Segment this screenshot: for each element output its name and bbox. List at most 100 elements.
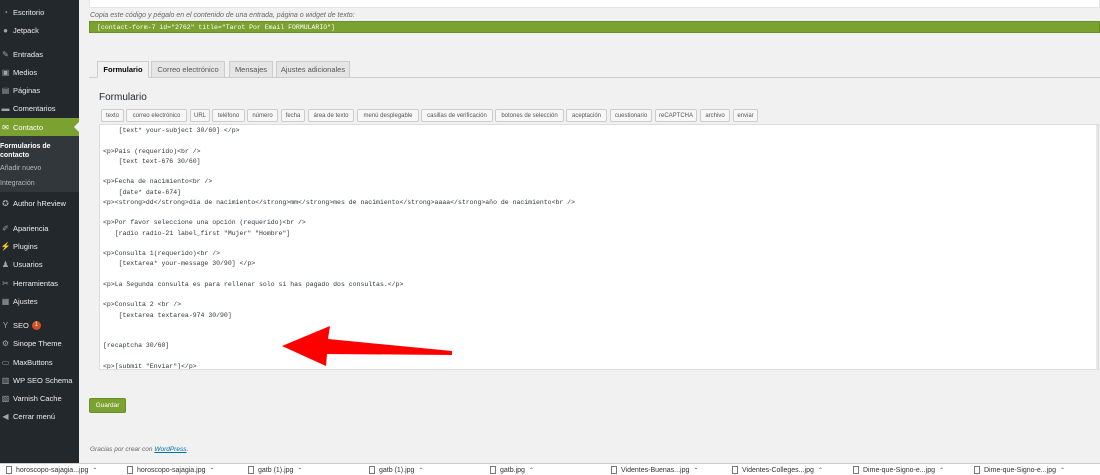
chevron-up-icon[interactable]: ⌃ xyxy=(297,467,302,474)
chevron-up-icon[interactable]: ⌃ xyxy=(92,467,97,474)
tag-button-recaptcha[interactable]: reCAPTCHA xyxy=(655,109,697,122)
sidebar-item-label: Entradas xyxy=(13,49,44,59)
download-item[interactable]: Dime-que-Signo-e...jpg ⌃ xyxy=(974,465,1091,475)
tag-button-area-texto[interactable]: área de texto xyxy=(308,109,354,122)
tag-button-botones-seleccion[interactable]: botones de selección xyxy=(495,109,564,122)
settings-icon: ▦ xyxy=(1,296,10,306)
download-item[interactable]: horoscopo-sajagia.jpg ⌃ xyxy=(127,465,244,475)
sidebar-item-herramientas[interactable]: ✂ Herramientas xyxy=(0,274,79,292)
footer-suffix: . xyxy=(186,446,189,453)
notification-badge: 1 xyxy=(31,320,41,330)
code-line: <p><strong>dd</strong>dia de nacimiento<… xyxy=(103,198,575,206)
submenu-item-1[interactable]: Formularios de contacto xyxy=(0,142,60,160)
tag-button-casillas[interactable]: casillas de verificación xyxy=(421,109,493,122)
sidebar-item-plugins[interactable]: ⚡ Plugins xyxy=(0,237,79,255)
tag-button-url[interactable]: URL xyxy=(190,109,210,122)
sidebar-item-medios[interactable]: ▣ Medios xyxy=(0,63,79,81)
sidebar-item-label: Plugins xyxy=(13,241,38,251)
file-icon xyxy=(248,466,254,474)
sidebar-item-páginas[interactable]: ▤ Páginas xyxy=(0,81,79,99)
sidebar-item-contacto[interactable]: ✉ Contacto xyxy=(0,118,79,136)
download-item[interactable]: gatb.jpg ⌃ xyxy=(490,465,607,475)
save-button[interactable]: Guardar xyxy=(89,398,126,413)
download-item[interactable]: gatb (1).jpg ⌃ xyxy=(248,465,365,475)
tag-button-numero[interactable]: número xyxy=(247,109,278,122)
sidebar-item-cerrar-menú[interactable]: ◀ Cerrar menú xyxy=(0,407,79,425)
sidebar-item-label: Varnish Cache xyxy=(13,393,62,403)
chevron-up-icon[interactable]: ⌃ xyxy=(818,467,823,474)
submenu-item-2[interactable]: Añadir nuevo xyxy=(0,164,75,173)
sidebar-item-sinope-theme[interactable]: ⚙ Sinope Theme xyxy=(0,334,79,352)
shortcode-field[interactable]: [contact-form-7 id="2762" title="Tarot P… xyxy=(89,21,1100,33)
tab-mensajes[interactable]: Mensajes xyxy=(229,61,273,78)
file-icon xyxy=(490,466,496,474)
paintbrush-icon: ✐ xyxy=(2,223,9,233)
tag-button-menu-desplegable[interactable]: menú desplegable xyxy=(357,109,419,122)
code-line: <p>Por favor seleccione una opción (requ… xyxy=(103,219,306,227)
chevron-up-icon[interactable]: ⌃ xyxy=(529,467,534,474)
tag-button-cuestionario[interactable]: cuestionario xyxy=(610,109,652,122)
chevron-up-icon[interactable]: ⌃ xyxy=(693,467,698,474)
download-item[interactable]: Dime-que-Signo-e...jpg ⌃ xyxy=(853,465,970,475)
jetpack-icon: ● xyxy=(3,25,8,35)
active-indicator xyxy=(74,122,79,132)
download-item[interactable]: gatb (1).jpg ⌃ xyxy=(369,465,486,475)
sidebar-item-varnish-cache[interactable]: ▧ Varnish Cache xyxy=(0,389,79,407)
mail-icon: ✉ xyxy=(2,122,9,132)
code-line: <p>La Segunda consulta es para rellenar … xyxy=(103,280,404,288)
sidebar-item-usuarios[interactable]: ♟ Usuarios xyxy=(0,255,79,273)
contacto-submenu: Formularios de contacto Añadir nuevo Integ… xyxy=(0,136,79,192)
tag-button-enviar[interactable]: enviar xyxy=(733,109,758,122)
sidebar-item-label: SEO xyxy=(13,320,29,330)
chevron-up-icon[interactable]: ⌃ xyxy=(939,467,944,474)
download-filename: Dime-que-Signo-e...jpg xyxy=(863,466,935,474)
chevron-up-icon[interactable]: ⌃ xyxy=(418,467,423,474)
file-icon xyxy=(853,466,859,474)
shortcode-description: Copia este código y pégalo en el conteni… xyxy=(90,12,355,19)
download-item[interactable]: horoscopo-sajagia...jpg ⌃ xyxy=(6,465,123,475)
sidebar-item-maxbuttons[interactable]: ▭ MaxButtons xyxy=(0,353,79,371)
sidebar-item-label: MaxButtons xyxy=(13,357,53,367)
footer-prefix: Gracias por crear con xyxy=(90,446,155,453)
form-template-textarea[interactable]: [text* your-subject 30/60] </p> <p>Pais (… xyxy=(99,124,1099,370)
tag-button-telefono[interactable]: teléfono xyxy=(212,109,245,122)
tag-button-correo[interactable]: correo electrónico xyxy=(126,109,187,122)
sidebar-item-comentarios[interactable]: ▬ Comentarios xyxy=(0,99,79,117)
scrollbar[interactable] xyxy=(1096,125,1098,369)
wordpress-link[interactable]: WordPress xyxy=(154,446,186,453)
download-item[interactable]: Videntes-Colleges...jpg ⌃ xyxy=(732,465,849,475)
yoast-icon: Y xyxy=(2,320,9,330)
download-filename: gatb (1).jpg xyxy=(258,466,294,474)
sidebar-item-author-hreview[interactable]: ✪ Author hReview xyxy=(0,194,79,212)
tab-formulario[interactable]: Formulario xyxy=(97,61,149,78)
sidebar-item-entradas[interactable]: ✎ Entradas xyxy=(0,45,79,63)
sidebar-item-wp-seo-schema[interactable]: ▥ WP SEO Schema xyxy=(0,371,79,389)
admin-sidebar: ◔ Escritorio ● Jetpack ✎ Entradas ▣ Medios ▤ Pági… xyxy=(0,0,79,463)
tag-button-texto[interactable]: texto xyxy=(101,109,124,122)
file-icon xyxy=(732,466,738,474)
tab-ajustes-adicionales[interactable]: Ajustes adicionales xyxy=(276,61,350,78)
tag-button-archivo[interactable]: archivo xyxy=(700,109,730,122)
sidebar-item-escritorio[interactable]: ◔ Escritorio xyxy=(0,3,79,21)
sidebar-item-label: Cerrar menú xyxy=(13,411,56,421)
download-filename: Dime-que-Signo-e...jpg xyxy=(984,466,1056,474)
file-icon xyxy=(974,466,980,474)
plugin-icon: ⚡ xyxy=(0,241,11,251)
media-icon: ▣ xyxy=(1,67,10,77)
sidebar-item-apariencia[interactable]: ✐ Apariencia xyxy=(0,219,79,237)
code-line: <p>Consulta 1(requerido)<br /> xyxy=(103,250,221,257)
tag-button-fecha[interactable]: fecha xyxy=(281,109,305,122)
sidebar-item-seo[interactable]: Y SEO 1 xyxy=(0,316,79,334)
sidebar-item-label: Author hReview xyxy=(13,198,66,208)
tab-correo[interactable]: Correo electrónico xyxy=(151,61,225,78)
sidebar-item-ajustes[interactable]: ▦ Ajustes xyxy=(0,292,79,310)
submenu-item-3[interactable]: Integración xyxy=(0,179,75,188)
code-line: <p>Fecha de nacimiento<br /> xyxy=(103,178,213,186)
chevron-up-icon[interactable]: ⌃ xyxy=(1060,467,1065,474)
tag-button-aceptacion[interactable]: aceptación xyxy=(566,109,607,122)
chevron-up-icon[interactable]: ⌃ xyxy=(210,467,215,474)
code-line: <p>Consulta 2 <br /> xyxy=(103,301,182,309)
code-line: [text text-676 30/60] xyxy=(103,157,201,165)
sidebar-item-jetpack[interactable]: ● Jetpack xyxy=(0,21,79,39)
download-item[interactable]: Videntes-Buenas...jpg ⌃ xyxy=(611,465,728,475)
